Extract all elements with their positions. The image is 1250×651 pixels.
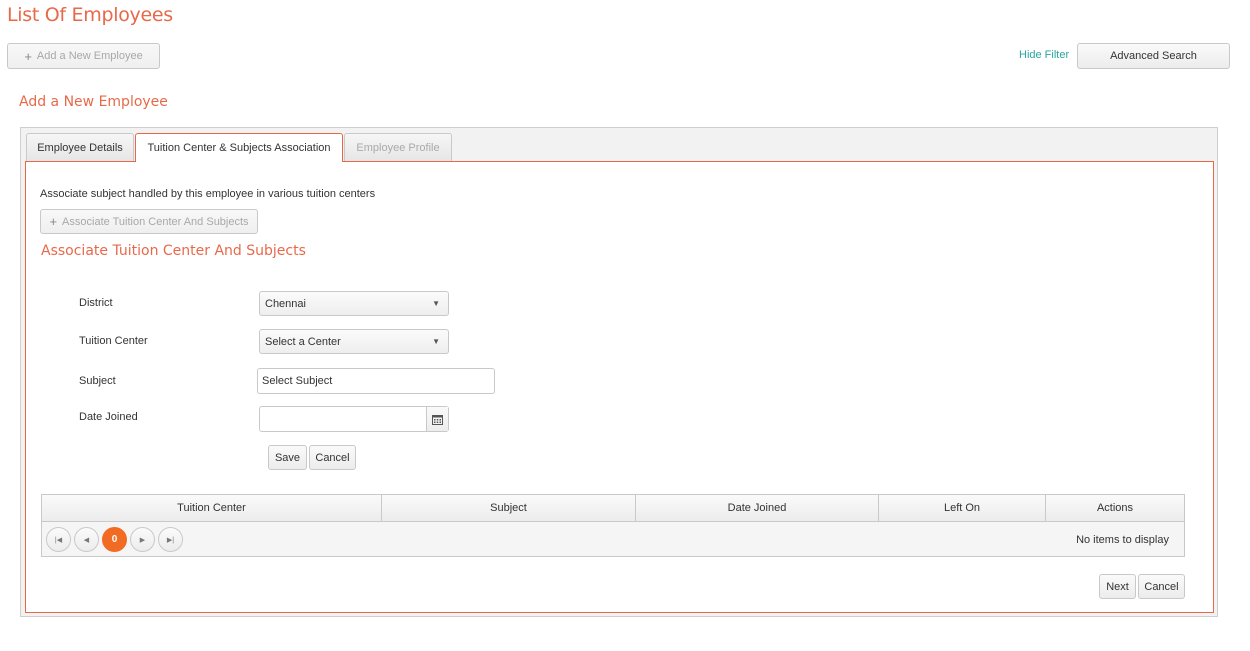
next-button[interactable]: Next bbox=[1099, 574, 1136, 599]
save-button[interactable]: Save bbox=[268, 445, 307, 470]
grid-header: Tuition Center Subject Date Joined Left … bbox=[42, 495, 1184, 522]
district-label: District bbox=[79, 297, 113, 309]
section-title: Add a New Employee bbox=[19, 94, 168, 110]
tab-employee-profile[interactable]: Employee Profile bbox=[344, 133, 452, 161]
column-header-actions[interactable]: Actions bbox=[1046, 495, 1184, 521]
subject-label: Subject bbox=[79, 375, 116, 387]
first-page-icon[interactable]: |◀ bbox=[46, 527, 71, 552]
empty-message: No items to display bbox=[1076, 534, 1169, 546]
add-new-employee-label: Add a New Employee bbox=[36, 50, 143, 62]
district-value: Chennai bbox=[265, 297, 306, 310]
tuition-center-select[interactable]: Select a Center ▼ bbox=[259, 329, 449, 354]
hide-filter-link[interactable]: Hide Filter bbox=[1019, 49, 1069, 61]
calendar-icon[interactable] bbox=[426, 407, 448, 431]
tab-employee-details[interactable]: Employee Details bbox=[26, 133, 134, 161]
association-subtitle: Associate Tuition Center And Subjects bbox=[41, 243, 306, 259]
cancel-button[interactable]: Cancel bbox=[309, 445, 356, 470]
tab-tuition-center-subjects[interactable]: Tuition Center & Subjects Association bbox=[135, 133, 343, 162]
column-header-date-joined[interactable]: Date Joined bbox=[636, 495, 879, 521]
date-joined-input[interactable] bbox=[259, 406, 449, 432]
date-joined-label: Date Joined bbox=[79, 411, 138, 423]
associate-tuition-center-button[interactable]: + Associate Tuition Center And Subjects bbox=[40, 209, 258, 234]
current-page-button[interactable]: 0 bbox=[102, 527, 127, 552]
pager: |◀ ◀ 0 ▶ ▶| bbox=[46, 527, 183, 552]
column-header-tuition-center[interactable]: Tuition Center bbox=[42, 495, 382, 521]
column-header-subject[interactable]: Subject bbox=[382, 495, 636, 521]
previous-page-icon[interactable]: ◀ bbox=[74, 527, 99, 552]
plus-icon: + bbox=[24, 48, 32, 64]
add-new-employee-button[interactable]: + Add a New Employee bbox=[7, 43, 160, 69]
district-select[interactable]: Chennai ▼ bbox=[259, 291, 449, 316]
column-header-left-on[interactable]: Left On bbox=[879, 495, 1046, 521]
tab-panel: Associate subject handled by this employ… bbox=[25, 161, 1214, 613]
dropdown-arrow-icon: ▼ bbox=[432, 337, 440, 346]
dropdown-arrow-icon: ▼ bbox=[432, 299, 440, 308]
associate-button-label: Associate Tuition Center And Subjects bbox=[62, 215, 249, 228]
association-grid: Tuition Center Subject Date Joined Left … bbox=[41, 494, 1185, 557]
last-page-icon[interactable]: ▶| bbox=[158, 527, 183, 552]
advanced-search-button[interactable]: Advanced Search bbox=[1077, 43, 1230, 69]
tuition-center-label: Tuition Center bbox=[79, 335, 148, 347]
association-description: Associate subject handled by this employ… bbox=[40, 188, 376, 200]
next-page-icon[interactable]: ▶ bbox=[130, 527, 155, 552]
page-title: List Of Employees bbox=[7, 4, 173, 26]
tuition-center-value: Select a Center bbox=[265, 335, 341, 348]
tab-strip: Employee Details Tuition Center & Subjec… bbox=[20, 127, 1218, 617]
plus-icon: + bbox=[49, 214, 58, 229]
subject-input[interactable]: Select Subject bbox=[257, 368, 495, 394]
footer-cancel-button[interactable]: Cancel bbox=[1138, 574, 1185, 599]
